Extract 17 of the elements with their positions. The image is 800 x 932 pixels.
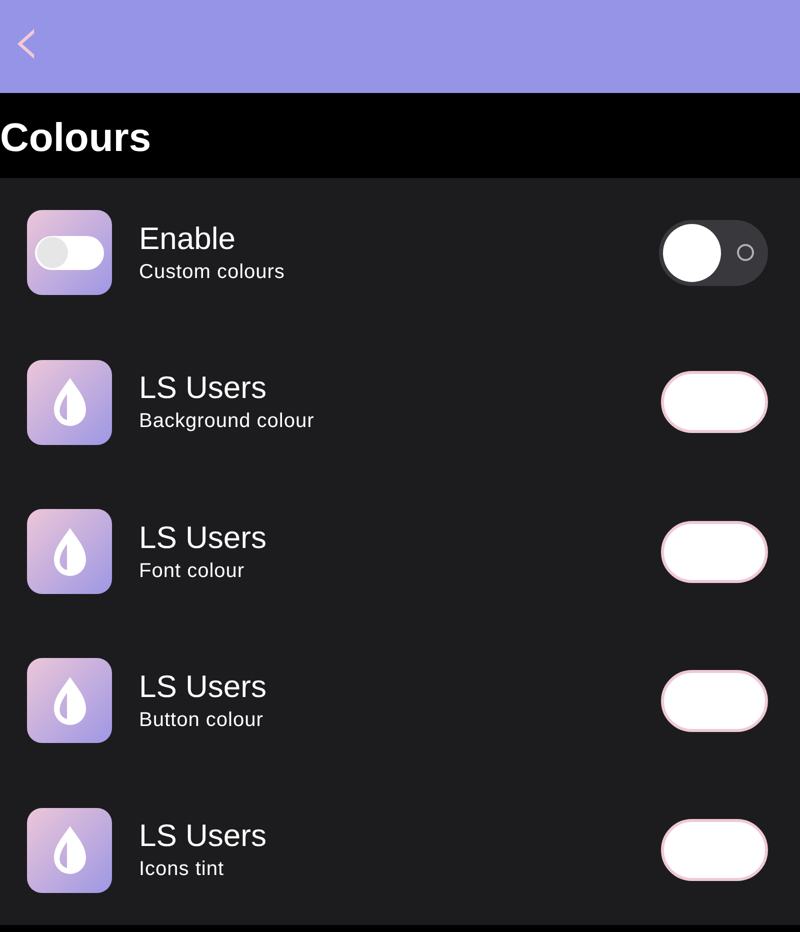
row-subtitle: Button colour bbox=[139, 708, 264, 733]
drop-icon bbox=[27, 658, 112, 744]
row-title: LS Users bbox=[139, 518, 268, 557]
row-subtitle: Background colour bbox=[139, 409, 316, 434]
row-title: LS Users bbox=[139, 817, 268, 856]
page-title: Colours bbox=[0, 115, 152, 161]
drop-icon bbox=[27, 509, 112, 594]
toggle-icon bbox=[27, 210, 112, 296]
drop-icon bbox=[27, 808, 112, 893]
row-subtitle: Font colour bbox=[139, 558, 246, 584]
row-subtitle: Icons tint bbox=[139, 857, 226, 882]
drop-icon bbox=[27, 360, 112, 445]
row-subtitle: Custom colours bbox=[139, 260, 286, 285]
row-title: LS Users bbox=[139, 369, 268, 408]
back-button[interactable]: ‹ bbox=[0, 10, 41, 84]
row-title: LS Users bbox=[139, 668, 268, 706]
row-title: Enable bbox=[139, 220, 237, 258]
